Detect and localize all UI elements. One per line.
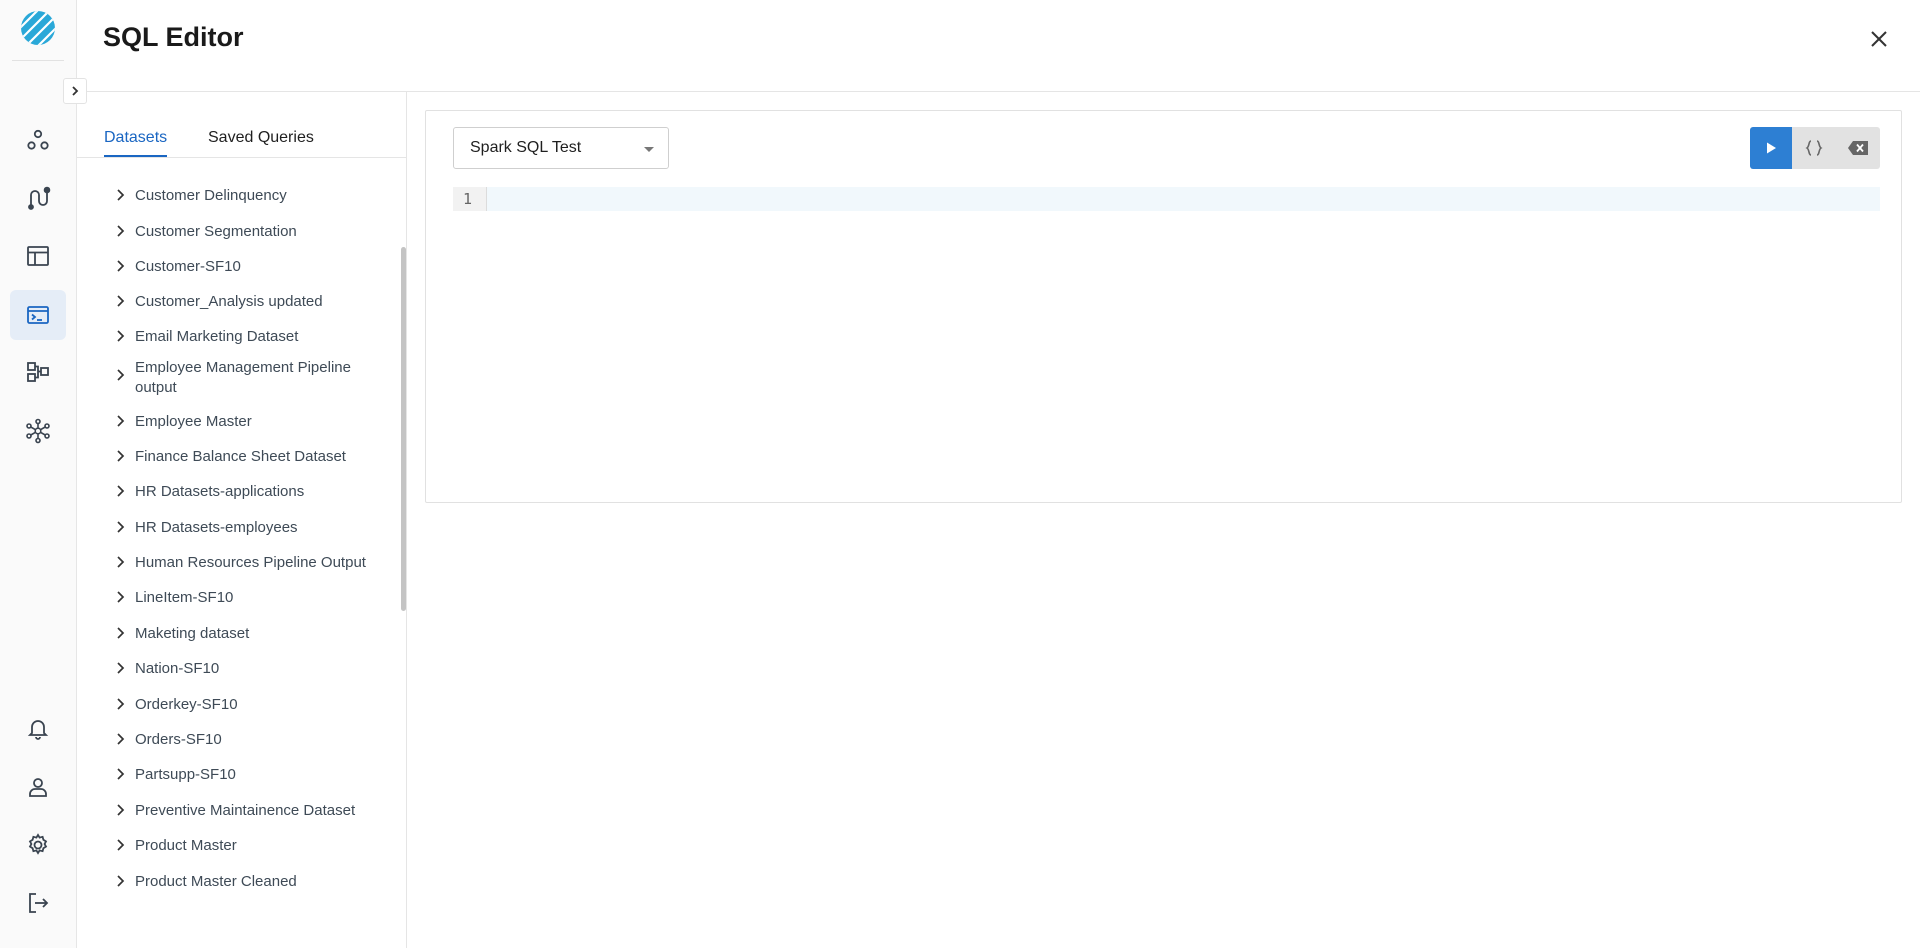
chevron-right-icon[interactable] [113,555,127,569]
dataset-tree-item-label: Product Master [135,837,237,854]
dataset-panel: Datasets Saved Queries Customer Delinque… [77,92,407,948]
braces-icon [1805,140,1823,156]
sql-code-editor[interactable]: 1 [453,187,1880,211]
caret-down-icon [644,147,654,152]
dataset-tree-item-label: Customer_Analysis updated [135,293,323,310]
close-button[interactable] [1864,24,1894,54]
dataset-tree-item-label: HR Datasets-employees [135,519,298,536]
dataset-tree-item-label: LineItem-SF10 [135,589,234,606]
line-number: 1 [463,190,473,208]
expand-rail-button[interactable] [63,78,87,104]
backspace-icon [1848,141,1868,155]
clear-query-button[interactable] [1836,127,1880,169]
panel-tabs: Datasets Saved Queries [77,92,407,158]
stripes-logo-icon[interactable] [20,10,56,46]
page-header: SQL Editor [77,0,1920,92]
dataset-tree: Customer Delinquency Customer Segmentatio… [77,158,397,903]
editor-card: Spark SQL Test 1 [425,110,1902,503]
gear-icon[interactable] [10,820,66,870]
pipeline-icon[interactable] [10,173,66,223]
dataset-tree-item-label: Product Master Cleaned [135,873,297,890]
page-title: SQL Editor [103,22,244,52]
chevron-right-icon[interactable] [113,294,127,308]
dataset-tree-item-label: Nation-SF10 [135,660,220,677]
chevron-right-icon[interactable] [113,590,127,604]
chevron-right-icon[interactable] [113,803,127,817]
chevron-right-icon[interactable] [113,449,127,463]
close-icon [1871,31,1887,47]
network-icon[interactable] [10,406,66,456]
tab-datasets[interactable]: Datasets [104,129,168,157]
active-code-line[interactable] [487,187,1880,211]
sql-terminal-icon[interactable] [10,290,66,340]
nodes-icon[interactable] [10,115,66,165]
logout-icon[interactable] [10,878,66,928]
chevron-right-icon[interactable] [113,224,127,238]
dataset-tree-item-label: Customer-SF10 [135,258,241,275]
chevron-right-icon[interactable] [113,732,127,746]
dataset-tree-scrollbar[interactable] [401,247,406,611]
bell-icon[interactable] [10,703,66,753]
connection-select[interactable]: Spark SQL Test [453,127,669,169]
table-icon[interactable] [10,231,66,281]
dataset-tree-item-label: Maketing dataset [135,625,250,642]
tab-saved-queries[interactable]: Saved Queries [208,129,314,155]
dataset-tree-item-label: Orders-SF10 [135,731,222,748]
dataset-tree-item-label: Finance Balance Sheet Dataset [135,448,346,465]
chevron-right-icon[interactable] [113,368,127,382]
chevron-right-icon[interactable] [113,329,127,343]
line-gutter: 1 [453,187,487,211]
chevron-right-icon[interactable] [113,697,127,711]
dataset-tree-item-label: Customer Segmentation [135,223,297,240]
dataset-tree-item-label: Employee Master [135,413,252,430]
chevron-right-icon[interactable] [113,259,127,273]
dataset-tree-item-label: Preventive Maintainence Dataset [135,802,356,819]
chevron-right-icon[interactable] [113,520,127,534]
dataset-tree-item-label: Email Marketing Dataset [135,328,299,345]
chevron-right-icon[interactable] [113,188,127,202]
user-icon[interactable] [10,762,66,812]
chevron-right-icon[interactable] [113,661,127,675]
dataset-tree-item-label: Customer Delinquency [135,187,287,204]
dataset-tree-item-label: HR Datasets-applications [135,483,305,500]
dataset-tree-item-label: Human Resources Pipeline Output [135,554,366,571]
chevron-right-icon[interactable] [113,874,127,888]
chevron-right-icon[interactable] [113,484,127,498]
dataset-tree-item-label: Orderkey-SF10 [135,696,238,713]
format-query-button[interactable] [1792,127,1836,169]
run-query-button[interactable] [1750,127,1792,169]
chevron-right-icon[interactable] [113,767,127,781]
play-icon [1767,142,1776,154]
connection-select-value: Spark SQL Test [470,139,582,156]
chevron-right-icon [72,86,79,96]
dataset-tree-item-label: Partsupp-SF10 [135,766,236,783]
chevron-right-icon[interactable] [113,838,127,852]
left-rail [0,0,77,948]
rail-divider [12,60,64,61]
chevron-right-icon[interactable] [113,414,127,428]
dataset-tree-item-label: Employee Management Pipeline output [135,359,351,396]
chevron-right-icon[interactable] [113,626,127,640]
workflow-icon[interactable] [10,347,66,397]
